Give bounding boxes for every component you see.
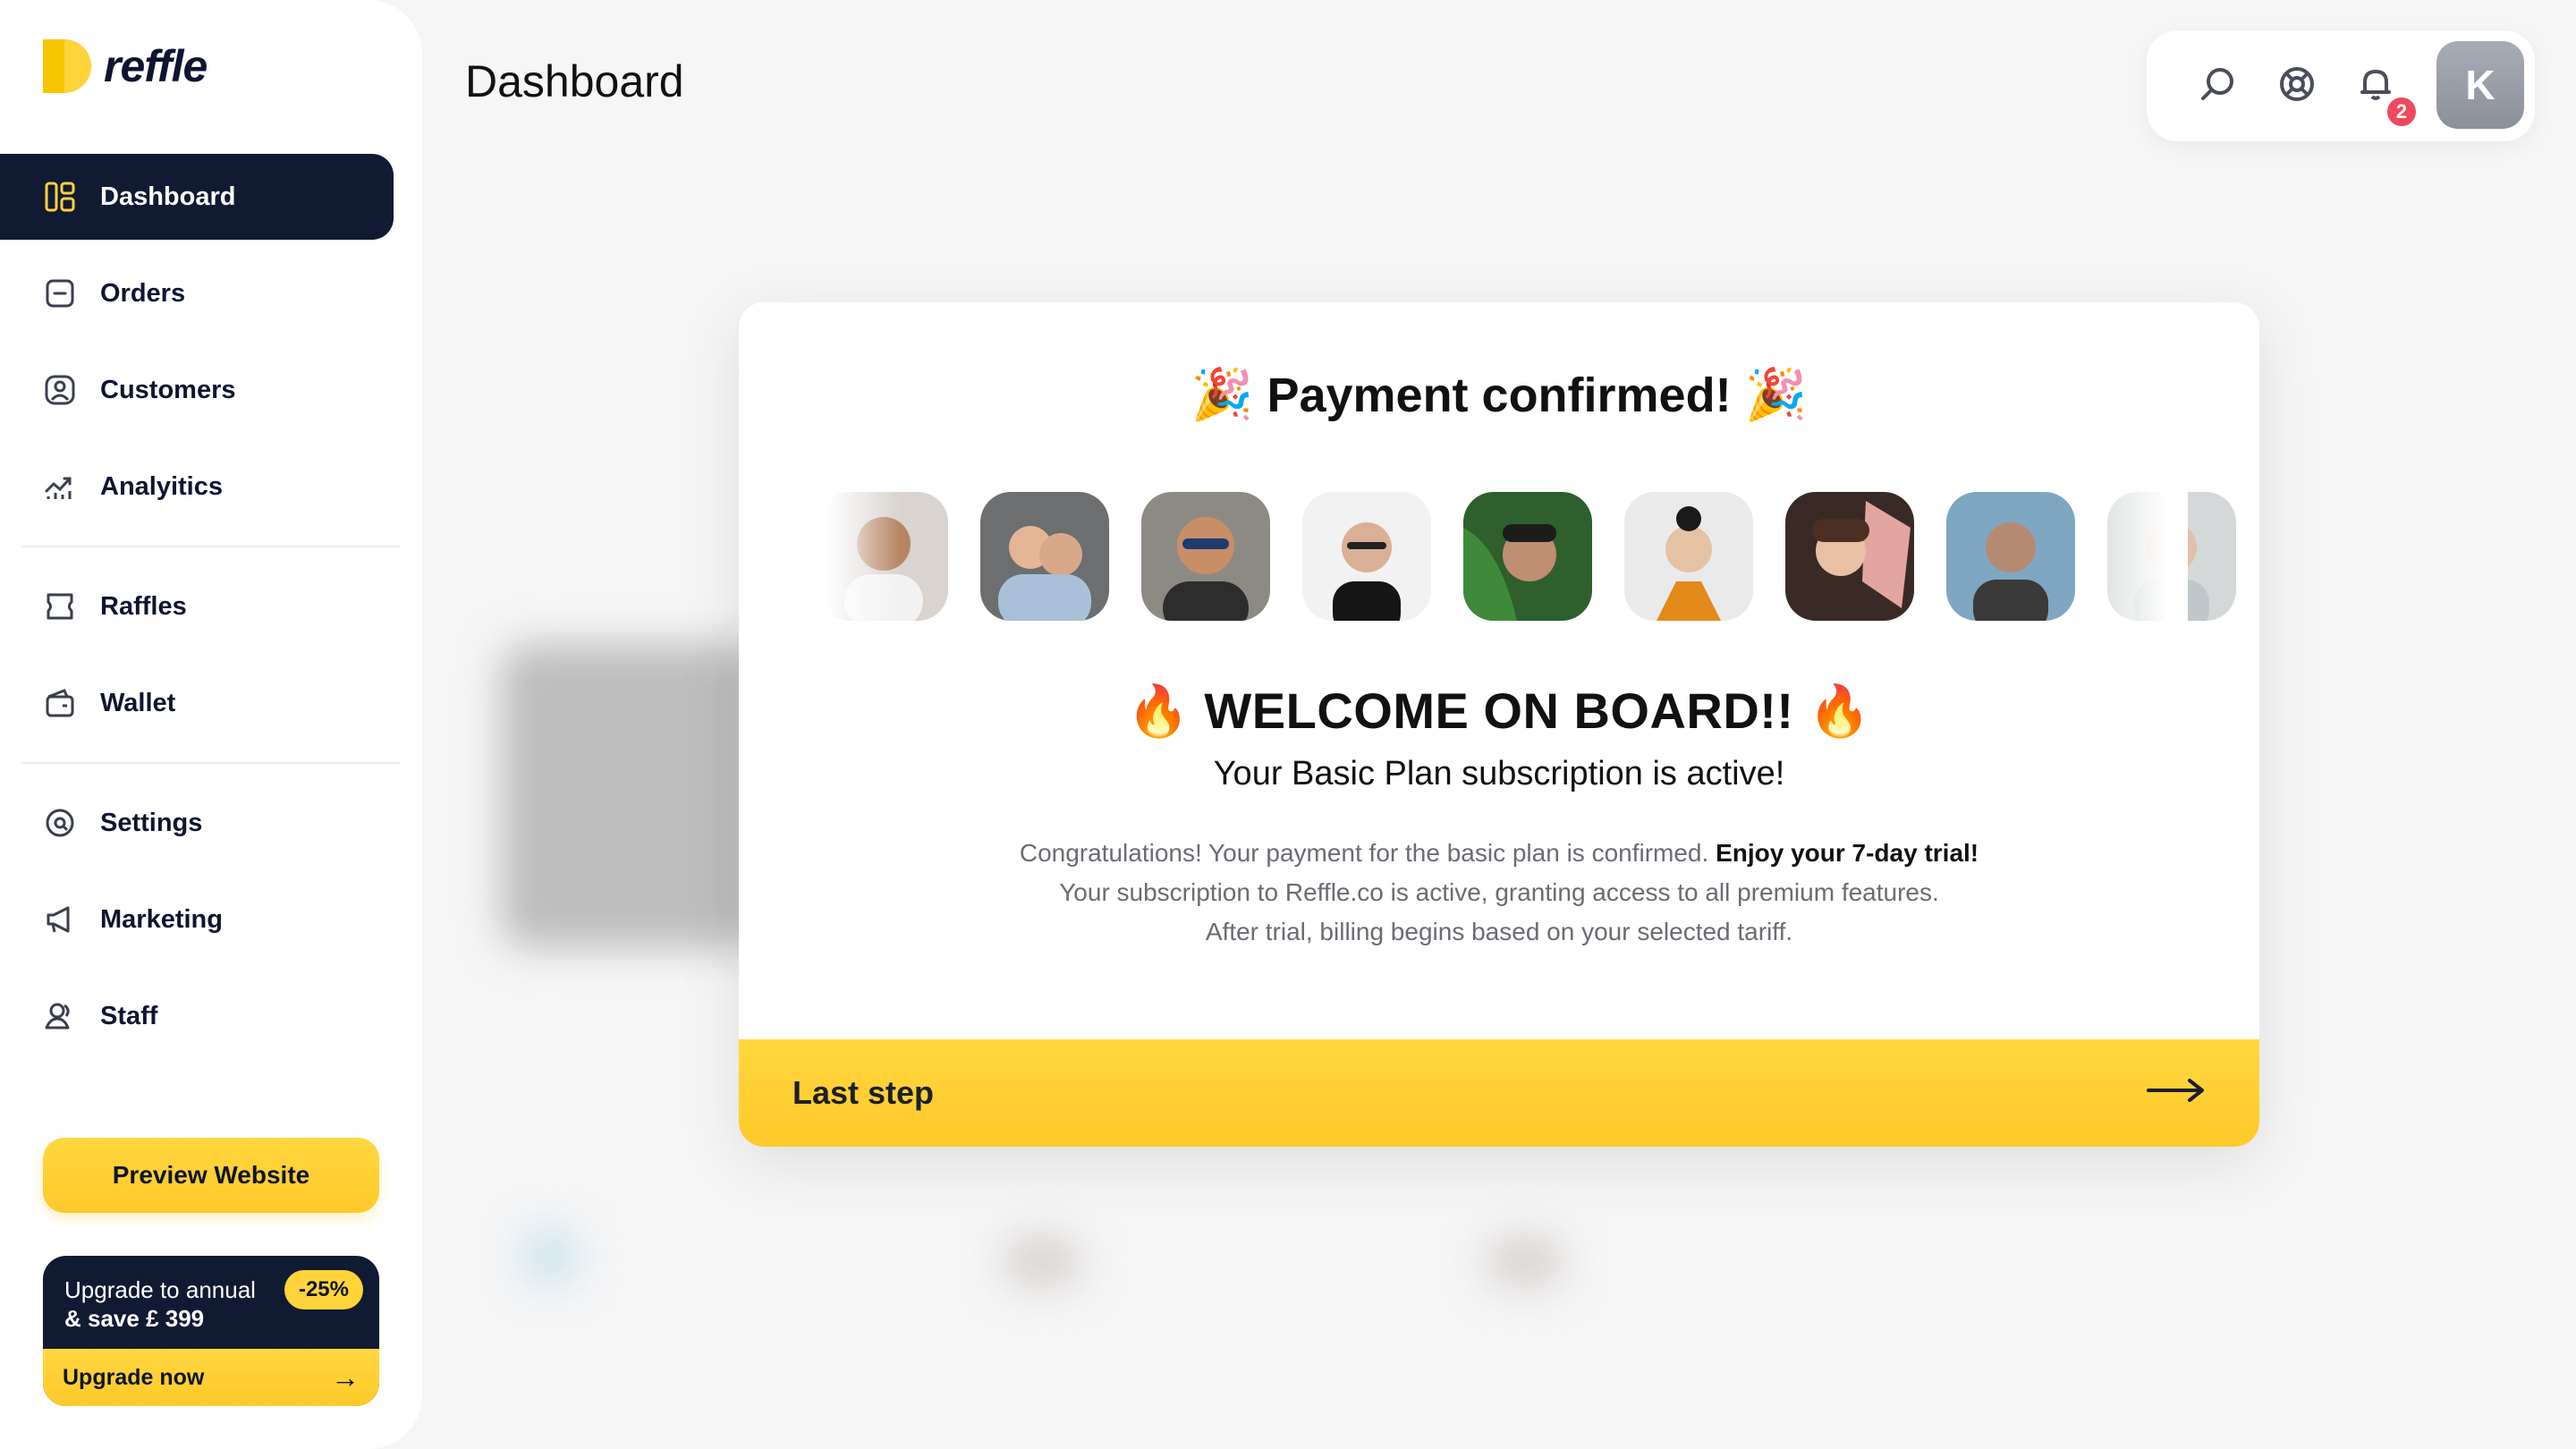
sidebar-item-label: Staff xyxy=(100,1001,158,1030)
blurred-dot xyxy=(1485,1234,1565,1288)
body-line-2: Your subscription to Reffle.co is active… xyxy=(1059,878,1939,906)
user-photo xyxy=(1785,492,1914,621)
sidebar-item-dashboard[interactable]: Dashboard xyxy=(0,154,394,240)
lifebuoy-icon xyxy=(2276,64,2318,109)
upgrade-card: Upgrade to annual & save £ 399 -25% Upgr… xyxy=(43,1256,379,1406)
sidebar-item-analytics[interactable]: Analyitics xyxy=(0,444,394,530)
logo-mark xyxy=(43,39,91,93)
megaphone-icon xyxy=(43,902,77,936)
carousel-fade-left xyxy=(810,481,900,633)
dashboard-icon xyxy=(43,180,77,214)
carousel-fade-right xyxy=(2080,481,2188,633)
discount-badge: -25% xyxy=(284,1270,363,1309)
body-line-1-regular: Congratulations! Your payment for the ba… xyxy=(1019,839,1716,867)
subscription-active-text: Your Basic Plan subscription is active! xyxy=(1213,755,1785,792)
sidebar-item-orders[interactable]: Orders xyxy=(0,250,394,336)
orders-icon xyxy=(43,276,77,310)
upgrade-now-label: Upgrade now xyxy=(63,1364,205,1390)
sidebar-divider xyxy=(21,762,401,764)
welcome-text: WELCOME ON BOARD!! xyxy=(1204,682,1794,739)
upgrade-now-button[interactable]: Upgrade now → xyxy=(43,1349,379,1406)
user-photo xyxy=(1624,492,1753,621)
blurred-dot xyxy=(519,1225,581,1288)
wallet-icon xyxy=(43,686,77,720)
user-photo xyxy=(980,492,1109,621)
fire-icon: 🔥 xyxy=(1808,682,1871,739)
analytics-icon xyxy=(43,470,77,504)
party-popper-icon: 🎉 xyxy=(1744,366,1808,422)
payment-confirmed-modal: 🎉 Payment confirmed! 🎉 🔥 WELCOME ON BOAR… xyxy=(739,302,2259,1147)
modal-title-text: Payment confirmed! xyxy=(1267,369,1732,422)
body-line-1: Congratulations! Your payment for the ba… xyxy=(739,834,2259,873)
sidebar-item-wallet[interactable]: Wallet xyxy=(0,660,394,746)
settings-icon xyxy=(43,806,77,840)
user-photo xyxy=(1946,492,2075,621)
sidebar-divider xyxy=(21,546,401,547)
preview-website-button[interactable]: Preview Website xyxy=(43,1138,379,1213)
sidebar-item-label: Orders xyxy=(100,278,186,308)
welcome-heading: 🔥 WELCOME ON BOARD!! 🔥 xyxy=(739,682,2259,741)
sidebar-item-label: Settings xyxy=(100,808,203,837)
sidebar-item-staff[interactable]: Staff xyxy=(0,973,394,1059)
sidebar-item-label: Analyitics xyxy=(100,471,223,501)
logo-text: reffle xyxy=(104,41,208,91)
user-photo xyxy=(1141,492,1270,621)
party-popper-icon: 🎉 xyxy=(1191,366,1254,422)
upgrade-text: Upgrade to annual & save £ 399 xyxy=(64,1275,256,1333)
staff-icon xyxy=(43,999,77,1033)
sidebar-item-label: Wallet xyxy=(100,688,176,717)
sidebar-item-label: Marketing xyxy=(100,904,223,934)
sidebar-item-marketing[interactable]: Marketing xyxy=(0,877,394,962)
fire-icon: 🔥 xyxy=(1127,682,1191,739)
sidebar-item-label: Customers xyxy=(100,375,236,404)
modal-body: Congratulations! Your payment for the ba… xyxy=(739,834,2259,952)
blurred-dot xyxy=(1002,1234,1082,1288)
upgrade-line-2: & save £ 399 xyxy=(64,1305,205,1332)
avatar-carousel xyxy=(819,492,2236,621)
user-photo xyxy=(1302,492,1431,621)
sidebar-item-settings[interactable]: Settings xyxy=(0,780,394,866)
avatar[interactable]: K xyxy=(2436,41,2524,129)
user-photo xyxy=(1463,492,1592,621)
arrow-right-icon: → xyxy=(331,1360,360,1394)
support-button[interactable] xyxy=(2275,64,2318,107)
logo[interactable]: reffle xyxy=(43,39,208,93)
blurred-chart-area xyxy=(501,644,769,948)
sidebar-item-label: Dashboard xyxy=(100,182,236,211)
arrow-right-icon xyxy=(2147,1074,2206,1112)
sidebar-item-label: Raffles xyxy=(100,591,187,621)
body-line-3: After trial, billing begins based on you… xyxy=(1205,918,1793,945)
last-step-button[interactable]: Last step xyxy=(739,1039,2259,1147)
page-title: Dashboard xyxy=(465,56,684,106)
notification-badge: 2 xyxy=(2385,95,2419,129)
sidebar: reffle Dashboard Orders Customers Analyi… xyxy=(0,0,422,1449)
body-line-1-bold: Enjoy your 7-day trial! xyxy=(1716,839,1979,867)
modal-title: 🎉 Payment confirmed! 🎉 xyxy=(739,365,2259,424)
sidebar-item-customers[interactable]: Customers xyxy=(0,347,394,433)
search-button[interactable] xyxy=(2197,64,2240,107)
last-step-label: Last step xyxy=(792,1074,935,1111)
upgrade-line-1: Upgrade to annual xyxy=(64,1276,256,1303)
ticket-icon xyxy=(43,589,77,623)
sidebar-item-raffles[interactable]: Raffles xyxy=(0,564,394,649)
search-icon xyxy=(2198,64,2239,109)
customers-icon xyxy=(43,373,77,407)
